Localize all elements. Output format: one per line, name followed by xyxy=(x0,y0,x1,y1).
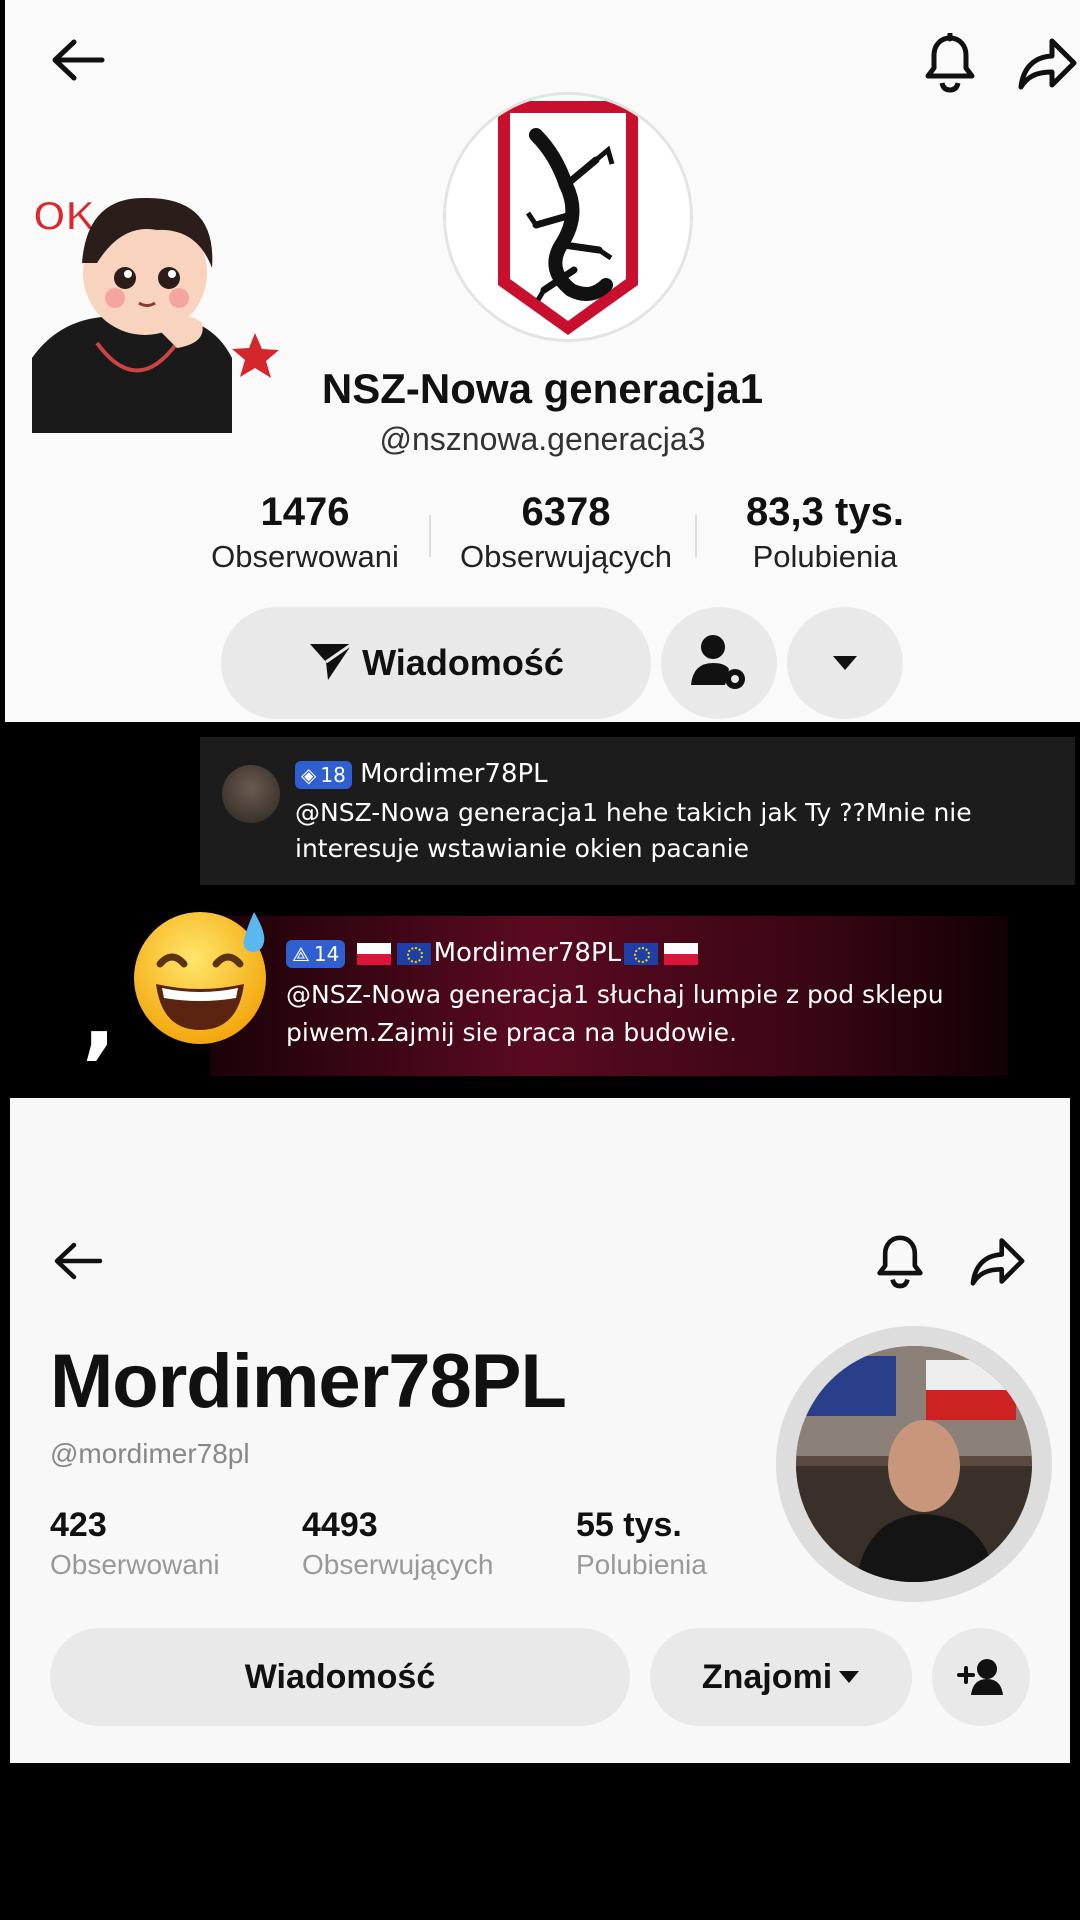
comment-bubble-2: ⟁ 14 Mordimer78PL @NSZ-Nowa generacja1 sł… xyxy=(210,916,1008,1076)
sticker-ok-text: OK xyxy=(33,192,96,239)
stat-following[interactable]: 423 Obserwowani xyxy=(50,1506,220,1581)
stat-likes[interactable]: 55 tys. Polubienia xyxy=(576,1506,707,1581)
back-arrow-icon[interactable] xyxy=(43,30,113,90)
stat-likes[interactable]: 83,3 tys. Polubienia xyxy=(705,490,945,575)
share-icon[interactable] xyxy=(968,1230,1028,1292)
stat-following[interactable]: 1476 Obserwowani xyxy=(185,490,425,575)
stat-label: Polubienia xyxy=(576,1549,707,1580)
comma-overlay: , xyxy=(82,965,117,1070)
comment-text: @NSZ-Nowa generacja1 słuchaj lumpie z po… xyxy=(286,976,944,1052)
chevron-down-icon xyxy=(833,656,857,670)
comment-header: ⟁ 14 Mordimer78PL xyxy=(286,938,701,968)
comment-header: ◈ 18 Mordimer78PL xyxy=(295,759,548,789)
stat-value: 423 xyxy=(50,1506,107,1544)
stat-label: Obserwowani xyxy=(50,1549,220,1580)
stat-value: 6378 xyxy=(521,490,611,534)
profile-card-nsz: OK NSZ-Nowa generacja1 @nsznowa.generacj… xyxy=(5,0,1080,722)
message-button-label: Wiadomość xyxy=(244,1657,436,1696)
comment-author[interactable]: Mordimer78PL xyxy=(434,938,622,968)
profile-display-name: NSZ-Nowa generacja1 xyxy=(321,365,764,412)
badge-level: 18 xyxy=(320,762,346,787)
add-friend-button[interactable] xyxy=(932,1628,1030,1726)
poland-flag-icon xyxy=(356,942,391,965)
comment-line: piwem.Zajmij sie praca na budowie. xyxy=(286,1018,738,1047)
profile-handle: @mordimer78pl xyxy=(50,1438,250,1469)
comment-line: @NSZ-Nowa generacja1 słuchaj lumpie z po… xyxy=(286,980,944,1009)
comment-line: interesuje wstawianie okien pacanie xyxy=(295,834,749,863)
profile-photo-image xyxy=(796,1346,1032,1582)
stat-value: 1476 xyxy=(260,490,350,534)
profile-card-mordimer: Mordimer78PL @mordimer78pl 423 Obserwowa… xyxy=(10,1098,1070,1763)
stat-value: 55 tys. xyxy=(576,1506,682,1544)
poland-flag-icon xyxy=(664,942,699,965)
avatar[interactable] xyxy=(776,1326,1052,1602)
user-gear-icon xyxy=(691,635,745,689)
comment-author[interactable]: Mordimer78PL xyxy=(360,759,548,789)
sweat-smile-emoji-icon xyxy=(130,902,276,1048)
bell-icon[interactable] xyxy=(915,28,985,98)
stat-followers[interactable]: 4493 Obserwujących xyxy=(302,1506,493,1581)
level-badge: ⟁ 14 xyxy=(286,939,346,968)
friends-button-label: Znajomi xyxy=(701,1657,833,1696)
triangle-icon: ⟁ xyxy=(292,941,310,966)
eu-flag-icon xyxy=(396,942,431,965)
stat-followers[interactable]: 6378 Obserwujących xyxy=(435,490,697,575)
message-button[interactable]: Wiadomość xyxy=(50,1628,630,1726)
diamond-icon: ◈ xyxy=(301,762,317,787)
commenter-avatar[interactable] xyxy=(222,765,280,823)
share-icon[interactable] xyxy=(1013,28,1080,98)
add-user-icon xyxy=(957,1659,1003,1695)
message-button[interactable]: Wiadomość xyxy=(221,607,651,719)
comment-bubble-1: ◈ 18 Mordimer78PL @NSZ-Nowa generacja1 he… xyxy=(200,737,1075,885)
stat-label: Obserwujących xyxy=(302,1549,494,1580)
stat-label: Obserwujących xyxy=(460,539,672,574)
profile-display-name: Mordimer78PL xyxy=(50,1339,567,1424)
stat-value: 83,3 tys. xyxy=(746,490,904,534)
message-button-label: Wiadomość xyxy=(362,642,564,683)
comment-text: @NSZ-Nowa generacja1 hehe takich jak Ty … xyxy=(295,795,972,867)
profile-handle: @nsznowa.generacja3 xyxy=(379,421,706,457)
stat-label: Obserwowani xyxy=(211,539,399,574)
badge-level: 14 xyxy=(313,941,340,966)
avatar[interactable] xyxy=(443,92,693,342)
profile-settings-button[interactable] xyxy=(661,607,777,719)
friends-button[interactable]: Znajomi xyxy=(650,1628,912,1726)
more-dropdown-button[interactable] xyxy=(787,607,903,719)
eu-flag-icon xyxy=(624,942,659,965)
send-icon xyxy=(308,640,354,687)
bell-icon[interactable] xyxy=(870,1230,930,1292)
divider xyxy=(695,515,697,557)
chevron-down-icon xyxy=(839,1671,860,1683)
back-arrow-icon[interactable] xyxy=(48,1236,108,1286)
stat-value: 4493 xyxy=(302,1506,378,1544)
divider xyxy=(429,515,431,557)
level-badge: ◈ 18 xyxy=(295,760,352,789)
comment-line: @NSZ-Nowa generacja1 hehe takich jak Ty … xyxy=(295,798,972,827)
stat-label: Polubienia xyxy=(752,539,898,574)
